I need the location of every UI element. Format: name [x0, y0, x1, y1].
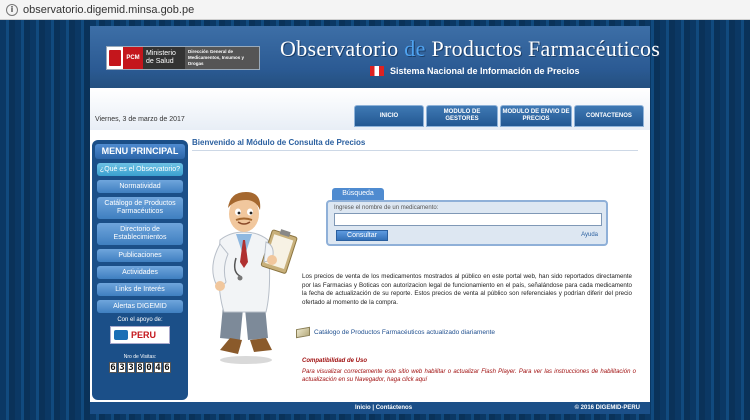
counter-digit: 3 — [127, 362, 135, 373]
counter-digit: 6 — [109, 362, 117, 373]
site-header: PCM Ministerio de Salud Dirección Genera… — [90, 26, 660, 88]
logo-pcm: PCM — [123, 47, 143, 69]
current-date: Viernes, 3 de marzo de 2017 — [95, 116, 185, 123]
price-disclaimer: Los precios de venta de los medicamentos… — [302, 273, 632, 306]
url-text[interactable]: observatorio.digemid.minsa.gob.pe — [23, 4, 194, 16]
menu-item-catalogo[interactable]: Catálogo de Productos Farmacéuticos — [97, 197, 183, 219]
menu-item-alertas[interactable]: Alertas DIGEMID — [97, 300, 183, 313]
search-label: Ingrese el nombre de un medicamento: — [334, 205, 439, 211]
counter-digit: 3 — [118, 362, 126, 373]
site-container: PCM Ministerio de Salud Dirección Genera… — [90, 26, 660, 414]
menu-item-normatividad[interactable]: Normatividad — [97, 180, 183, 193]
catalog-link[interactable]: Catálogo de Productos Farmacéuticos actu… — [296, 326, 495, 339]
apoyo-label: Con el apoyo de: — [117, 317, 163, 323]
menu-item-que-es[interactable]: ¿Qué es el Observatorio? — [97, 163, 183, 176]
nav-contactenos[interactable]: CONTACTENOS — [574, 105, 644, 127]
doctor-illustration — [212, 192, 298, 364]
tab-busqueda[interactable]: Búsqueda — [332, 188, 384, 200]
compat-title: Compatibilidad de Uso — [302, 358, 368, 364]
main-menu: MENU PRINCIPAL ¿Qué es el Observatorio? … — [92, 140, 188, 400]
compat-text[interactable]: Para visualizar correctamente este sitio… — [302, 368, 636, 384]
nav-modulo-gestores[interactable]: MODULO DE GESTORES — [426, 105, 498, 127]
footer-contactenos-link[interactable]: Contáctenos — [376, 405, 412, 411]
logo-ministerio: Ministerio de Salud — [143, 47, 185, 69]
copyright: © 2016 DIGEMID-PERU — [574, 405, 640, 411]
medicamento-search-input[interactable] — [334, 213, 602, 226]
title-part2: de — [404, 36, 426, 61]
top-nav: INICIO MODULO DE GESTORES MODULO DE ENVI… — [354, 105, 646, 127]
subtitle-text: Sistema Nacional de Información de Preci… — [390, 66, 580, 76]
visitas-label: Nro de Visitas: — [123, 354, 157, 360]
title-part3: Productos Farmacéuticos — [431, 36, 661, 61]
ayuda-link[interactable]: Ayuda — [581, 232, 598, 238]
book-icon — [296, 326, 310, 339]
visit-counter: 6 3 3 8 0 4 6 — [92, 362, 188, 373]
browser-address-bar[interactable]: i observatorio.digemid.minsa.gob.pe — [0, 0, 750, 20]
site-footer: Inicio | Contáctenos © 2016 DIGEMID-PERU — [90, 402, 650, 414]
menu-item-directorio[interactable]: Directorio de Establecimientos — [97, 223, 183, 245]
site-subtitle: Sistema Nacional de Información de Preci… — [370, 66, 580, 76]
footer-inicio-link[interactable]: Inicio — [355, 405, 371, 411]
counter-digit: 6 — [163, 362, 171, 373]
menu-item-publicaciones[interactable]: Publicaciones — [97, 249, 183, 262]
nav-modulo-envio-precios[interactable]: MODULO DE ENVIO DE PRECIOS — [500, 105, 572, 127]
nav-inicio[interactable]: INICIO — [354, 105, 424, 127]
menu-item-actividades[interactable]: Actividades — [97, 266, 183, 279]
catalog-link-text[interactable]: Catálogo de Productos Farmacéuticos actu… — [314, 329, 495, 336]
counter-digit: 4 — [154, 362, 162, 373]
page-title: Bienvenido al Módulo de Consulta de Prec… — [192, 138, 366, 147]
menu-title: MENU PRINCIPAL — [95, 144, 185, 159]
peru-shield-icon — [109, 50, 121, 66]
info-icon[interactable]: i — [6, 3, 18, 16]
main-content: Bienvenido al Módulo de Consulta de Prec… — [192, 136, 644, 402]
counter-digit: 0 — [145, 362, 153, 373]
menu-item-links[interactable]: Links de Interés — [97, 283, 183, 296]
footer-links: Inicio | Contáctenos — [355, 405, 412, 411]
title-part1: Observatorio — [280, 36, 399, 61]
minsa-logo[interactable]: PCM Ministerio de Salud Dirección Genera… — [106, 46, 260, 70]
search-panel: Ingrese el nombre de un medicamento: Con… — [326, 200, 608, 246]
counter-digit: 8 — [136, 362, 144, 373]
title-divider — [192, 150, 638, 151]
consultar-button[interactable]: Consultar — [336, 230, 388, 241]
marca-peru-icon — [114, 330, 128, 340]
page-background: PCM Ministerio de Salud Dirección Genera… — [0, 20, 750, 420]
logo-digemid: Dirección General de Medicamentos, Insum… — [185, 47, 259, 69]
site-title: Observatorio de Productos Farmacéuticos — [280, 36, 660, 62]
footer-separator: | — [372, 405, 375, 411]
marca-peru-logo[interactable]: PERU — [110, 326, 170, 344]
marca-peru-text: PERU — [131, 330, 157, 340]
peru-flag-icon — [370, 66, 384, 76]
